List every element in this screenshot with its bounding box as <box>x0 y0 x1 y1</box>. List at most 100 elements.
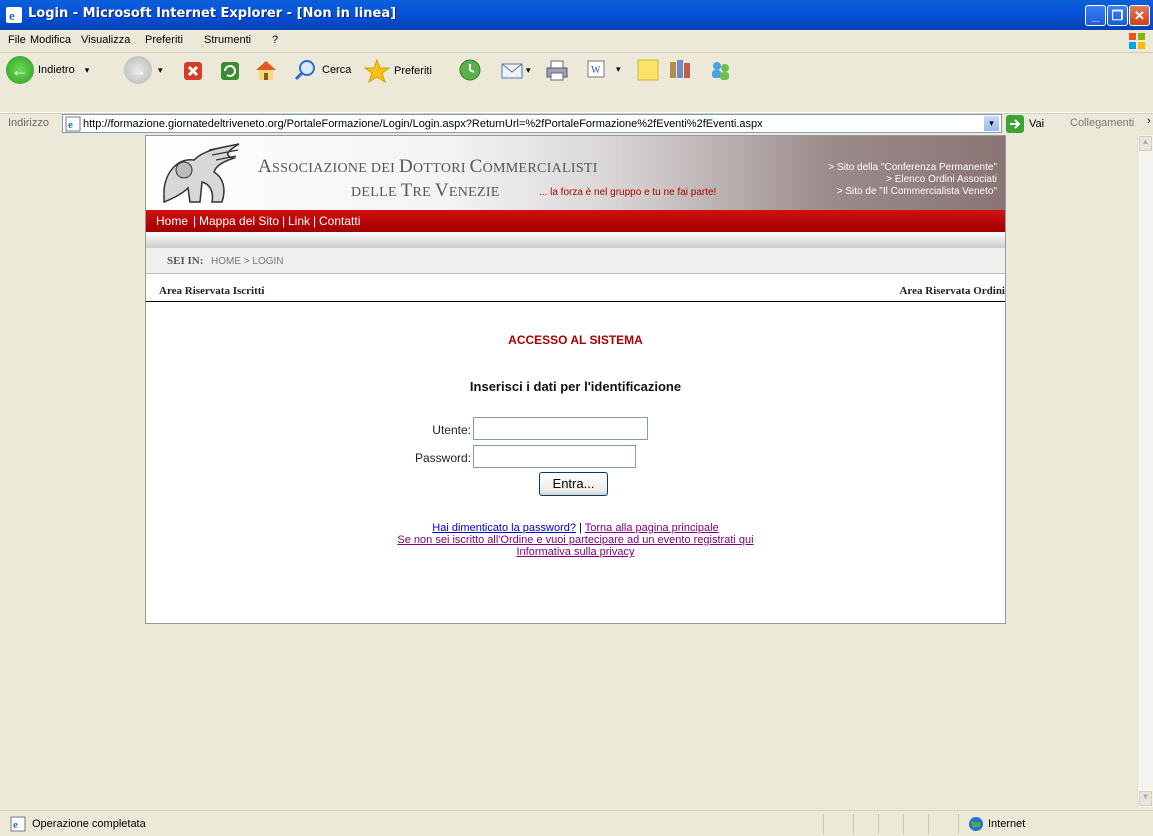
toolbar: ← Indietro ▾ → ▾ Cerca Preferiti ▾ W ▾ <box>0 53 1153 114</box>
status-bar: e Operazione completata Internet <box>0 810 1153 836</box>
messenger-button[interactable] <box>708 58 734 82</box>
back-arrow-icon: ← <box>6 56 34 84</box>
note-icon <box>637 59 659 81</box>
favorites-label: Preferiti <box>394 65 432 77</box>
discuss-button[interactable] <box>636 58 660 82</box>
star-icon <box>363 58 391 84</box>
maximize-button[interactable]: ❐ <box>1107 5 1128 26</box>
home-page-link[interactable]: Torna alla pagina principale <box>585 522 719 534</box>
nav-mappa[interactable]: Mappa del Sito <box>199 214 279 228</box>
status-divider <box>903 814 904 834</box>
nav-separator: | <box>313 214 317 228</box>
link-conferenza[interactable]: > Sito della "Conferenza Permanente" <box>828 162 997 174</box>
menu-strumenti[interactable]: Strumenti <box>204 34 251 46</box>
association-name-line1: ASSOCIAZIONE DEI DOTTORI COMMERCIALISTI <box>258 156 598 177</box>
edit-dropdown-icon[interactable]: ▾ <box>616 64 621 75</box>
menu-preferiti[interactable]: Preferiti <box>145 34 183 46</box>
external-links: > Sito della "Conferenza Permanente" > E… <box>828 162 997 198</box>
register-link[interactable]: Se non sei iscritto all'Ordine e vuoi pa… <box>397 534 753 546</box>
site-nav: Home | Mappa del Sito | Link | Contatti <box>146 210 1005 232</box>
area-iscritti-link[interactable]: Area Riservata Iscritti <box>159 285 264 297</box>
nav-contatti[interactable]: Contatti <box>319 214 360 228</box>
home-button[interactable] <box>253 58 279 82</box>
favorites-button[interactable]: Preferiti <box>363 58 432 84</box>
word-icon: W <box>587 60 605 78</box>
status-divider <box>823 814 824 834</box>
nav-separator: | <box>282 214 286 228</box>
login-heading: ACCESSO AL SISTEMA <box>508 333 643 347</box>
research-icon <box>670 60 690 78</box>
mail-button[interactable]: ▾ <box>500 58 531 82</box>
site-page: ASSOCIAZIONE DEI DOTTORI COMMERCIALISTI … <box>145 135 1006 624</box>
search-button[interactable]: Cerca <box>293 58 351 82</box>
close-button[interactable]: ✕ <box>1129 5 1150 26</box>
go-label: Vai <box>1029 118 1045 130</box>
print-button[interactable] <box>544 58 570 82</box>
login-submit-button[interactable]: Entra... <box>539 472 608 496</box>
menu-file[interactable]: File <box>8 34 26 46</box>
print-icon <box>546 60 568 81</box>
forward-arrow-icon: → <box>124 56 152 84</box>
password-label: Password: <box>414 451 471 465</box>
address-label: Indirizzo <box>8 117 49 129</box>
search-label: Cerca <box>322 64 352 76</box>
stop-icon <box>184 62 202 80</box>
area-ordini-link[interactable]: Area Riservata Ordini <box>899 285 1005 297</box>
security-zone: Internet <box>988 818 1026 830</box>
history-button[interactable] <box>458 58 482 82</box>
back-button[interactable]: ← Indietro ▾ <box>6 56 89 84</box>
reserved-areas: Area Riservata Iscritti Area Riservata O… <box>146 283 1005 302</box>
privacy-link[interactable]: Informativa sulla privacy <box>517 546 635 558</box>
windows-logo-icon <box>1129 33 1145 49</box>
menu-modifica[interactable]: Modifica <box>30 34 71 46</box>
slogan: ... la forza è nel gruppo e tu ne fai pa… <box>539 187 717 198</box>
refresh-button[interactable] <box>219 60 241 82</box>
research-button[interactable] <box>668 58 694 82</box>
nav-link[interactable]: Link <box>288 214 310 228</box>
page-status-icon: e <box>10 816 26 832</box>
password-input[interactable] <box>473 445 636 468</box>
address-input[interactable]: e http://formazione.giornatedeltriveneto… <box>62 114 1002 133</box>
association-name-line2: DELLE TRE VENEZIE <box>351 180 500 201</box>
nav-separator: | <box>193 214 197 228</box>
stop-button[interactable] <box>182 60 204 82</box>
breadcrumb-label: SEI IN: <box>167 255 204 267</box>
nav-home[interactable]: Home <box>156 214 188 228</box>
menu-visualizza[interactable]: Visualizza <box>81 34 130 46</box>
scroll-down-icon[interactable]: ▼ <box>1139 791 1152 806</box>
forward-button[interactable]: → ▾ <box>124 56 163 84</box>
history-icon <box>459 59 481 81</box>
scroll-up-icon[interactable]: ▲ <box>1139 136 1152 151</box>
back-dropdown-icon[interactable]: ▾ <box>85 65 90 76</box>
vertical-scrollbar[interactable]: ▲ ▼ <box>1137 135 1153 807</box>
link-elenco-ordini[interactable]: > Elenco Ordini Associati <box>828 174 997 186</box>
window-title: Login - Microsoft Internet Explorer - [N… <box>28 6 397 21</box>
user-input[interactable] <box>473 417 648 440</box>
page-icon: e <box>65 116 81 132</box>
forward-dropdown-icon[interactable]: ▾ <box>158 65 163 76</box>
back-label: Indietro <box>38 64 75 76</box>
user-label: Utente: <box>432 423 471 437</box>
window-titlebar: e Login - Microsoft Internet Explorer - … <box>0 0 1153 30</box>
mail-dropdown-icon[interactable]: ▾ <box>526 65 531 76</box>
messenger-icon <box>712 62 729 80</box>
status-text: Operazione completata <box>32 818 146 830</box>
minimize-button[interactable]: _ <box>1085 5 1106 26</box>
home-icon <box>256 61 276 80</box>
links-chevron-icon[interactable]: › <box>1147 115 1151 127</box>
menu-bar: File Modifica Visualizza Preferiti Strum… <box>0 30 1153 53</box>
login-links: Hai dimenticato la password? | Torna all… <box>146 522 1005 558</box>
status-divider <box>878 814 879 834</box>
forgot-password-link[interactable]: Hai dimenticato la password? <box>432 522 576 534</box>
status-divider <box>853 814 854 834</box>
edit-button[interactable]: W ▾ <box>586 58 621 80</box>
address-bar: Indirizzo e http://formazione.giornatede… <box>0 112 1153 135</box>
breadcrumb-path: HOME > LOGIN <box>211 256 284 267</box>
address-dropdown-icon[interactable]: ▾ <box>984 116 999 131</box>
go-button[interactable]: Vai <box>1006 115 1044 133</box>
status-divider <box>928 814 929 834</box>
links-toolbar[interactable]: Collegamenti <box>1070 117 1134 129</box>
svg-text:W: W <box>591 65 601 76</box>
link-commercialista-veneto[interactable]: > Sito de "Il Commercialista Veneto" <box>828 186 997 198</box>
menu-help[interactable]: ? <box>272 34 278 46</box>
